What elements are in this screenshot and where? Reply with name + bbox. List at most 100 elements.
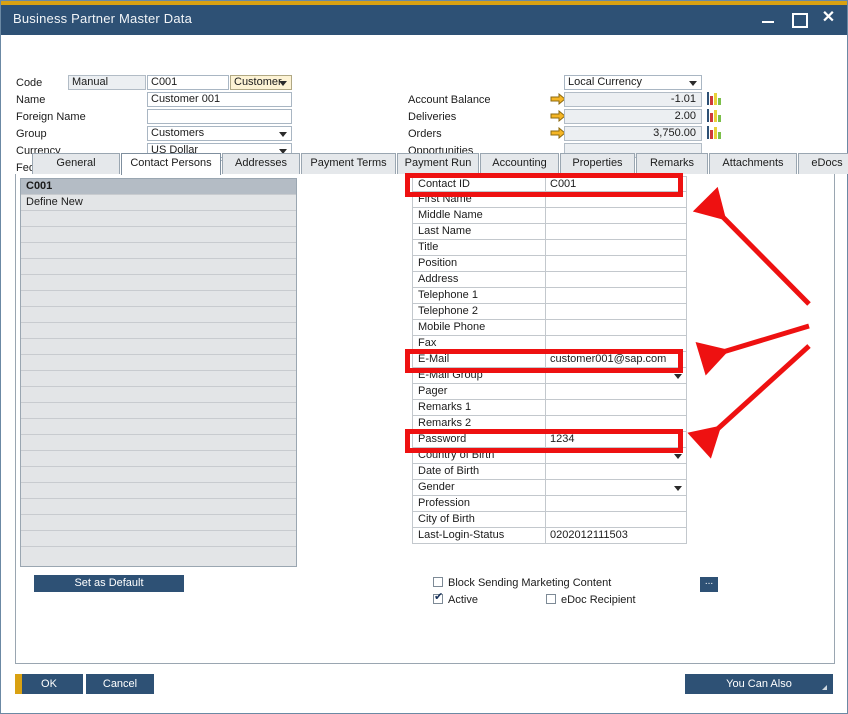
form-value-text: 1234 <box>550 433 574 445</box>
list-item[interactable] <box>21 227 296 243</box>
cancel-button[interactable]: Cancel <box>86 674 154 694</box>
form-value-input[interactable] <box>545 384 686 399</box>
form-label: Gender <box>418 481 455 493</box>
contact-list-selected-row[interactable]: C001 <box>21 179 296 195</box>
list-item[interactable] <box>21 403 296 419</box>
form-row-title: Title <box>412 240 687 256</box>
block-marketing-checkbox[interactable] <box>433 577 443 587</box>
form-value-input[interactable] <box>545 336 686 351</box>
form-label: Last Name <box>418 225 471 237</box>
tab-accounting[interactable]: Accounting <box>480 153 559 174</box>
form-row-gender: Gender <box>412 480 687 496</box>
close-icon[interactable]: ✕ <box>820 10 837 27</box>
active-checkbox-row[interactable]: Active <box>433 594 478 606</box>
code-numbering-field[interactable]: Manual <box>68 75 146 90</box>
list-item[interactable] <box>21 339 296 355</box>
form-row-first-name: First Name <box>412 192 687 208</box>
tab-payment-run[interactable]: Payment Run <box>397 153 479 174</box>
tab-label: Payment Run <box>405 157 472 169</box>
tab-payment-terms[interactable]: Payment Terms <box>301 153 396 174</box>
form-row-e-mail: E-Mailcustomer001@sap.com <box>412 352 687 368</box>
account-balance-field[interactable]: -1.01 <box>564 92 702 107</box>
active-checkbox[interactable] <box>433 594 443 604</box>
tab-contact-persons[interactable]: Contact Persons <box>121 153 221 175</box>
form-value-input[interactable] <box>545 272 686 287</box>
list-item[interactable] <box>21 323 296 339</box>
list-item[interactable] <box>21 483 296 499</box>
list-item[interactable] <box>21 355 296 371</box>
list-item[interactable] <box>21 499 296 515</box>
caret-icon <box>822 685 827 690</box>
form-value-input[interactable] <box>545 496 686 511</box>
list-item[interactable] <box>21 419 296 435</box>
form-value-input[interactable] <box>545 288 686 303</box>
tab-label: Addresses <box>235 157 287 169</box>
tab-attachments[interactable]: Attachments <box>709 153 797 174</box>
edoc-recipient-checkbox-row[interactable]: eDoc Recipient <box>546 594 636 606</box>
contact-persons-list[interactable]: C001Define New <box>20 178 297 567</box>
bp-type-dropdown[interactable]: Customer <box>230 75 292 90</box>
list-item[interactable] <box>21 467 296 483</box>
form-value-input[interactable] <box>545 464 686 479</box>
list-item[interactable] <box>21 307 296 323</box>
list-item[interactable] <box>21 531 296 547</box>
deliveries-field[interactable]: 2.00 <box>564 109 702 124</box>
browse-button[interactable]: ... <box>700 577 718 592</box>
tab-properties[interactable]: Properties <box>560 153 635 174</box>
local-currency-dropdown[interactable]: Local Currency <box>564 75 702 90</box>
tab-addresses[interactable]: Addresses <box>222 153 300 174</box>
form-value-input[interactable]: C001 <box>545 177 686 191</box>
ok-button[interactable]: OK <box>15 674 83 694</box>
block-marketing-checkbox-row[interactable]: Block Sending Marketing Content <box>433 577 611 589</box>
form-value-input[interactable]: customer001@sap.com <box>545 352 686 367</box>
form-value-input[interactable] <box>545 448 686 463</box>
form-value-input[interactable] <box>545 480 686 495</box>
form-label: Remarks 2 <box>418 417 471 429</box>
form-value-input[interactable] <box>545 512 686 527</box>
form-value-input[interactable] <box>545 416 686 431</box>
contact-list-define-new-row[interactable]: Define New <box>21 195 296 211</box>
minimize-icon[interactable] <box>760 10 777 27</box>
form-label: Date of Birth <box>418 465 479 477</box>
you-can-also-button[interactable]: You Can Also <box>685 674 833 694</box>
form-value-input[interactable] <box>545 240 686 255</box>
list-item[interactable] <box>21 243 296 259</box>
list-item[interactable] <box>21 211 296 227</box>
group-dropdown[interactable]: Customers <box>147 126 292 141</box>
form-value-text: 0202012111503 <box>550 529 628 541</box>
form-value-input[interactable] <box>545 256 686 271</box>
contact-detail-form: Contact IDC001First NameMiddle NameLast … <box>412 176 687 544</box>
set-as-default-button[interactable]: Set as Default <box>34 575 184 592</box>
list-item[interactable] <box>21 259 296 275</box>
form-value-input[interactable] <box>545 192 686 207</box>
list-item[interactable] <box>21 291 296 307</box>
list-item[interactable] <box>21 435 296 451</box>
edoc-recipient-checkbox[interactable] <box>546 594 556 604</box>
list-item[interactable] <box>21 387 296 403</box>
form-value-input[interactable] <box>545 208 686 223</box>
form-value-input[interactable] <box>545 368 686 383</box>
list-item[interactable] <box>21 275 296 291</box>
list-item[interactable] <box>21 451 296 467</box>
name-field[interactable]: Customer 001 <box>147 92 292 107</box>
bar-chart-icon-orders[interactable] <box>707 126 721 139</box>
form-value-input[interactable] <box>545 400 686 415</box>
list-item[interactable] <box>21 371 296 387</box>
tab-general[interactable]: General <box>32 153 120 174</box>
orders-field[interactable]: 3,750.00 <box>564 126 702 141</box>
form-value-input[interactable] <box>545 304 686 319</box>
code-field[interactable]: C001 <box>147 75 229 90</box>
tab-edocs[interactable]: eDocs <box>798 153 848 174</box>
form-value-input[interactable] <box>545 320 686 335</box>
form-value-input[interactable]: 1234 <box>545 432 686 447</box>
tab-label: Accounting <box>492 157 546 169</box>
tab-remarks[interactable]: Remarks <box>636 153 708 174</box>
form-value-input[interactable]: 0202012111503 <box>545 528 686 543</box>
maximize-icon[interactable] <box>790 10 807 27</box>
foreign-name-field[interactable] <box>147 109 292 124</box>
bar-chart-icon-account-balance[interactable] <box>707 92 721 105</box>
list-item[interactable] <box>21 515 296 531</box>
bar-chart-icon-deliveries[interactable] <box>707 109 721 122</box>
form-label: Title <box>418 241 438 253</box>
form-value-input[interactable] <box>545 224 686 239</box>
